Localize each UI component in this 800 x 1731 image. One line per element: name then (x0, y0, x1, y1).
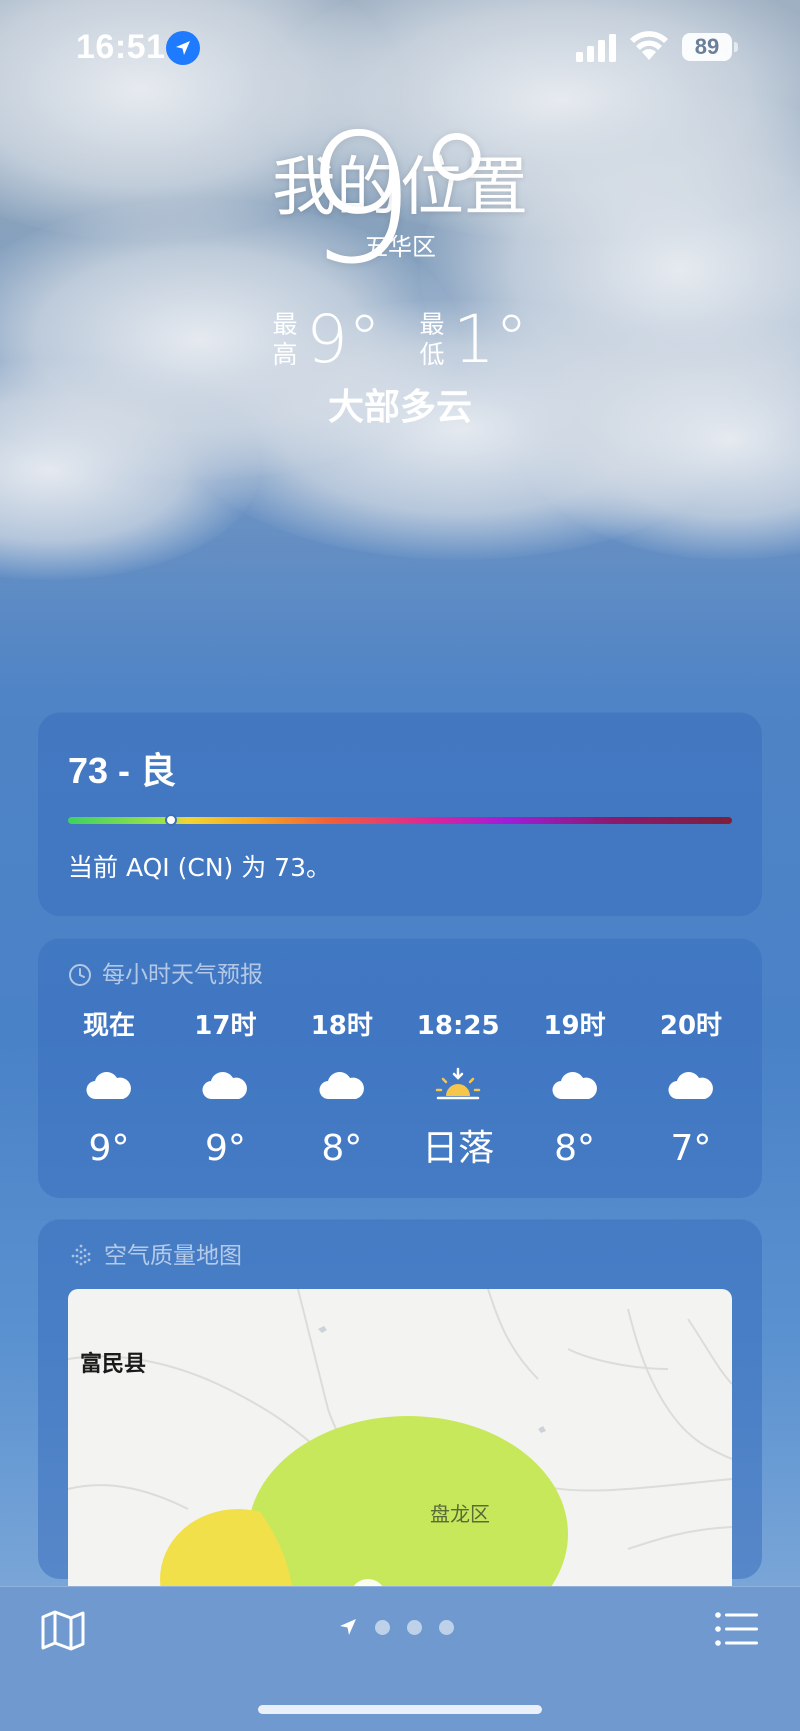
cellular-signal-icon (576, 34, 616, 62)
high-value: 9° (306, 301, 381, 378)
aqi-card[interactable]: 73 - 良 当前 AQI (CN) 为 73。 (38, 712, 762, 916)
aqi-title: 73 - 良 (68, 750, 177, 791)
battery-icon: 89 (682, 33, 738, 61)
hourly-forecast-card[interactable]: 每小时天气预报 现在 9° 17时 9° 18时 8° 18:25 日落 19时… (38, 938, 762, 1198)
cloud-icon (170, 1056, 280, 1116)
low-value: 1° (453, 301, 528, 378)
map-roads (68, 1289, 732, 1599)
cloud-icon (287, 1056, 397, 1116)
aqi-scale-bar (68, 813, 732, 826)
status-bar: 16:51 89 (0, 0, 800, 100)
current-temperature: 9° (302, 96, 501, 303)
map-label-fumin: 富民县 (80, 1352, 147, 1377)
home-indicator[interactable] (258, 1705, 542, 1714)
air-quality-map-card[interactable]: 空气质量地图 富民县 盘龙区 (38, 1219, 762, 1599)
map-label-panlong: 盘龙区 (430, 1502, 490, 1526)
wifi-icon (630, 31, 668, 60)
hour-label: 18时 (310, 1011, 373, 1041)
high-label: 最高 (272, 310, 298, 369)
low-label: 最低 (419, 310, 445, 369)
aqi-indicator-dot (164, 813, 177, 826)
hourly-header-label: 每小时天气预报 (102, 962, 263, 988)
low-temp-group: 最低 1° (419, 300, 528, 380)
cloud-icon (636, 1056, 746, 1116)
hour-label: 20时 (659, 1011, 723, 1041)
hour-temp: 7° (670, 1128, 712, 1169)
high-temp-group: 最高 9° (272, 300, 381, 380)
aqi-description: 当前 AQI (CN) 为 73。 (68, 853, 331, 882)
clock-icon (69, 964, 91, 986)
map-header-label: 空气质量地图 (104, 1243, 242, 1269)
hour-label: 17时 (194, 1011, 257, 1041)
page-dot[interactable] (439, 1619, 454, 1635)
battery-level: 89 (682, 33, 732, 61)
hour-item: 20时 7° (636, 1008, 746, 1174)
weather-condition: 大部多云 (327, 387, 472, 428)
map-icon[interactable] (40, 1609, 86, 1651)
list-icon[interactable] (714, 1611, 758, 1647)
hour-item: 18时 8° (287, 1008, 397, 1174)
location-page-icon[interactable] (338, 1617, 358, 1637)
page-dot[interactable] (375, 1619, 390, 1635)
status-time: 16:51 (76, 28, 166, 66)
hour-item: 17时 9° (170, 1008, 280, 1174)
high-low-temps: 最高 9° 最低 1° (0, 295, 800, 385)
hour-label: 19时 (543, 1011, 606, 1041)
cloud-icon (54, 1056, 164, 1116)
hour-item: 18:25 日落 (403, 1008, 513, 1174)
sunset-icon (403, 1056, 513, 1116)
hour-temp: 8° (554, 1128, 596, 1169)
page-indicator[interactable] (338, 1617, 454, 1637)
map-header: 空气质量地图 (68, 1241, 242, 1271)
page-dot[interactable] (407, 1619, 422, 1635)
hour-label: 18:25 (416, 1011, 500, 1041)
hour-item: 现在 9° (54, 1008, 164, 1174)
cloud-icon (520, 1056, 630, 1116)
hour-item: 19时 8° (520, 1008, 630, 1174)
air-quality-dots-icon (71, 1244, 91, 1266)
hour-temp: 9° (88, 1128, 130, 1169)
location-arrow-icon (166, 31, 200, 65)
hour-temp: 日落 (422, 1128, 495, 1169)
hour-temp: 8° (321, 1128, 363, 1169)
hour-label: 现在 (82, 1011, 135, 1041)
hour-temp: 9° (204, 1128, 246, 1169)
hourly-header: 每小时天气预报 (68, 960, 263, 990)
air-quality-map[interactable]: 富民县 盘龙区 (68, 1289, 732, 1599)
hourly-list: 现在 9° 17时 9° 18时 8° 18:25 日落 19时 8° 20时 … (38, 1008, 762, 1174)
bottom-toolbar (0, 1586, 800, 1731)
